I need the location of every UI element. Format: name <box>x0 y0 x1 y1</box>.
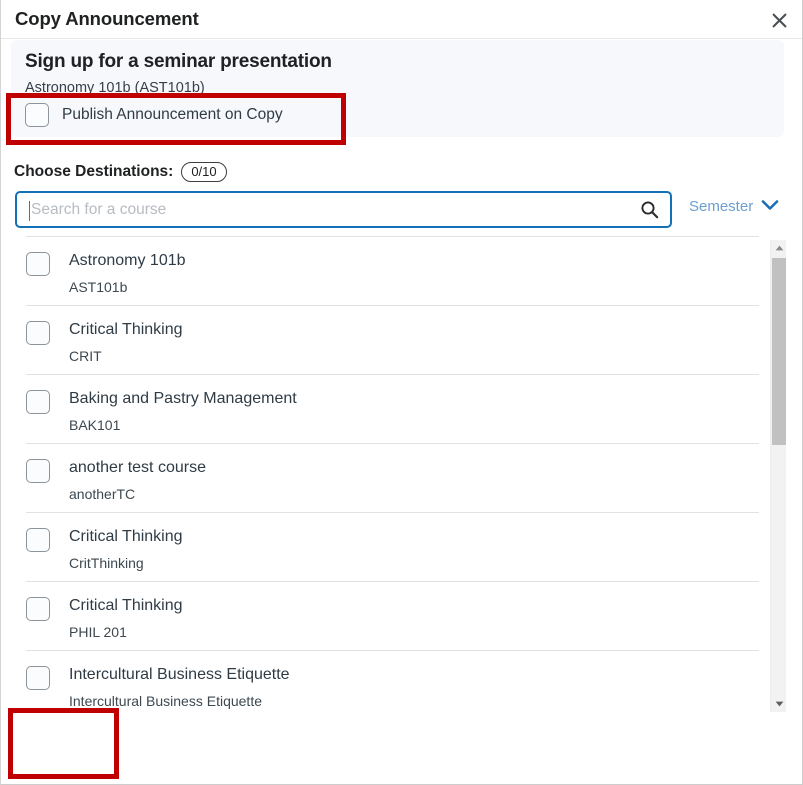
destinations-count-badge: 0/10 <box>181 162 227 182</box>
course-list-item[interactable]: Critical Thinking PHIL 201 <box>26 581 759 650</box>
course-checkbox[interactable] <box>26 666 50 690</box>
course-code: CritThinking <box>69 555 144 571</box>
publish-announcement-label: Publish Announcement on Copy <box>62 106 283 123</box>
course-text-group: Critical Thinking CritThinking <box>69 527 183 572</box>
course-list-item[interactable]: Astronomy 101b AST101b <box>26 236 759 305</box>
page-title: Copy Announcement <box>15 8 199 29</box>
next-button[interactable]: Next <box>16 723 105 765</box>
publish-on-copy-row[interactable]: Publish Announcement on Copy <box>25 103 283 127</box>
course-list-item[interactable]: another test course anotherTC <box>26 443 759 512</box>
scroll-down-arrow-icon[interactable] <box>771 696 787 712</box>
dialog-footer: Next <box>1 716 802 784</box>
course-code: anotherTC <box>69 486 136 502</box>
chevron-down-icon <box>761 199 779 214</box>
course-code: AST101b <box>69 279 128 295</box>
search-input[interactable] <box>31 200 611 219</box>
announcement-course-context: Astronomy 101b (AST101b) <box>25 80 205 96</box>
search-button[interactable] <box>636 199 662 223</box>
course-checkbox[interactable] <box>26 321 50 345</box>
course-text-group: Intercultural Business Etiquette Intercul… <box>69 665 290 710</box>
copy-announcement-dialog: Copy Announcement Sign up for a seminar … <box>0 0 803 785</box>
course-code: PHIL 201 <box>69 624 127 640</box>
semester-filter-button[interactable]: Semester <box>689 198 779 215</box>
course-checkbox[interactable] <box>26 597 50 621</box>
course-name: Astronomy 101b <box>69 252 186 269</box>
dialog-header: Copy Announcement <box>1 0 802 39</box>
course-list: Astronomy 101b AST101b Critical Thinking CR… <box>1 236 759 716</box>
course-name: Critical Thinking <box>69 321 183 338</box>
course-list-item[interactable]: Critical Thinking CritThinking <box>26 512 759 581</box>
announcement-banner: Sign up for a seminar presentation Astro… <box>11 40 784 137</box>
course-list-item[interactable]: Critical Thinking CRIT <box>26 305 759 374</box>
course-name: Critical Thinking <box>69 528 183 545</box>
course-text-group: another test course anotherTC <box>69 458 206 503</box>
course-name: Baking and Pastry Management <box>69 390 297 407</box>
course-checkbox[interactable] <box>26 390 50 414</box>
course-text-group: Critical Thinking CRIT <box>69 320 183 365</box>
course-name: Critical Thinking <box>69 597 183 614</box>
choose-destinations-label: Choose Destinations: <box>14 163 174 180</box>
semester-filter-label: Semester <box>689 198 754 215</box>
choose-destinations-row: Choose Destinations: 0/10 <box>14 162 227 182</box>
publish-announcement-checkbox[interactable] <box>25 103 49 127</box>
text-caret <box>29 201 30 221</box>
course-name: Intercultural Business Etiquette <box>69 666 290 683</box>
course-code: BAK101 <box>69 417 121 433</box>
course-list-viewport[interactable]: Astronomy 101b AST101b Critical Thinking CR… <box>1 236 802 716</box>
course-search-box[interactable] <box>15 191 672 228</box>
course-checkbox[interactable] <box>26 459 50 483</box>
course-name: another test course <box>69 459 206 476</box>
course-checkbox[interactable] <box>26 252 50 276</box>
scrollbar-thumb[interactable] <box>772 258 786 445</box>
course-text-group: Baking and Pastry Management BAK101 <box>69 389 297 434</box>
course-list-item[interactable]: Baking and Pastry Management BAK101 <box>26 374 759 443</box>
course-code: Intercultural Business Etiquette <box>69 693 262 709</box>
course-code: CRIT <box>69 348 102 364</box>
course-list-scrollbar[interactable] <box>770 240 786 712</box>
announcement-title: Sign up for a seminar presentation <box>25 51 332 72</box>
course-checkbox[interactable] <box>26 528 50 552</box>
course-text-group: Critical Thinking PHIL 201 <box>69 596 183 641</box>
scroll-up-arrow-icon[interactable] <box>771 240 787 256</box>
search-icon <box>640 200 659 222</box>
course-text-group: Astronomy 101b AST101b <box>69 251 186 296</box>
close-icon <box>772 13 787 28</box>
close-button[interactable] <box>766 8 792 32</box>
course-list-item[interactable]: Intercultural Business Etiquette Intercul… <box>26 650 759 716</box>
